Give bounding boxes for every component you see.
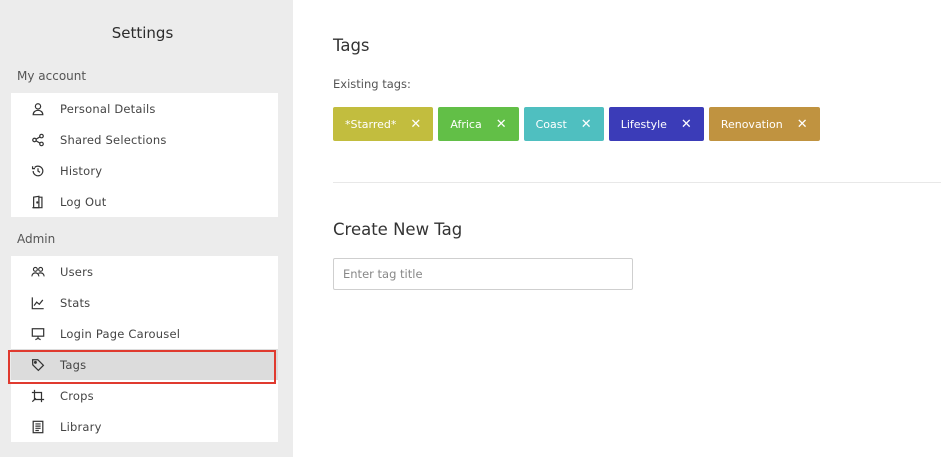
page-title: Tags: [333, 36, 370, 55]
sidebar: Settings My account Personal Details Sha…: [0, 0, 293, 457]
sidebar-item-label: Shared Selections: [60, 132, 167, 147]
sidebar-item-label: Login Page Carousel: [60, 326, 181, 341]
tag-chip-starred: *Starred* ✕: [333, 107, 434, 141]
sidebar-item-library[interactable]: Library: [11, 411, 278, 442]
sidebar-item-personal-details[interactable]: Personal Details: [11, 93, 278, 124]
main-content: Tags Existing tags: *Starred* ✕ Africa ✕…: [293, 0, 941, 457]
tag-chip-renovation: Renovation ✕: [708, 107, 820, 141]
sidebar-item-users[interactable]: Users: [11, 256, 278, 287]
sidebar-item-history[interactable]: History: [11, 155, 278, 186]
tag-title-input[interactable]: [333, 258, 633, 290]
sidebar-item-label: History: [60, 163, 103, 178]
tag-label: Coast: [535, 117, 567, 131]
section-label-my-account: My account: [17, 69, 87, 83]
presentation-icon: [30, 326, 46, 342]
users-icon: [30, 264, 46, 280]
sidebar-item-shared-selections[interactable]: Shared Selections: [11, 124, 278, 155]
sidebar-item-crops[interactable]: Crops: [11, 380, 278, 411]
sidebar-item-label: Log Out: [60, 194, 107, 209]
share-icon: [30, 132, 46, 148]
tag-label: Renovation: [720, 117, 783, 131]
tag-chip-africa: Africa ✕: [438, 107, 519, 141]
remove-tag-icon[interactable]: ✕: [410, 118, 421, 131]
remove-tag-icon[interactable]: ✕: [681, 118, 692, 131]
logout-door-icon: [30, 194, 46, 210]
tag-label: Lifestyle: [620, 117, 667, 131]
sidebar-item-tags[interactable]: Tags: [8, 349, 278, 384]
sidebar-item-label: Users: [60, 264, 94, 279]
sidebar-item-login-page-carousel[interactable]: Login Page Carousel: [11, 318, 278, 349]
history-icon: [30, 163, 46, 179]
tag-label: *Starred*: [345, 117, 397, 131]
tag-chip-coast: Coast ✕: [523, 107, 604, 141]
tag-label: Africa: [450, 117, 482, 131]
crop-icon: [30, 388, 46, 404]
sidebar-item-label: Crops: [60, 388, 94, 403]
section-divider: [333, 182, 941, 183]
remove-tag-icon[interactable]: ✕: [581, 118, 592, 131]
sidebar-item-log-out[interactable]: Log Out: [11, 186, 278, 217]
sidebar-item-label: Personal Details: [60, 101, 156, 116]
create-tag-title: Create New Tag: [333, 220, 463, 239]
person-icon: [30, 101, 46, 117]
tag-icon: [30, 357, 46, 373]
library-icon: [30, 419, 46, 435]
sidebar-item-label: Tags: [60, 357, 87, 372]
stats-chart-icon: [30, 295, 46, 311]
sidebar-item-label: Stats: [60, 295, 91, 310]
menu-group-admin: Users Stats Login Page Carousel Tags Cro…: [8, 256, 278, 442]
tag-chip-lifestyle: Lifestyle ✕: [608, 107, 704, 141]
sidebar-item-label: Library: [60, 419, 102, 434]
remove-tag-icon[interactable]: ✕: [496, 118, 507, 131]
existing-tags-label: Existing tags:: [333, 77, 411, 91]
sidebar-title: Settings: [111, 24, 174, 42]
tag-list: *Starred* ✕ Africa ✕ Coast ✕ Lifestyle ✕…: [333, 107, 820, 141]
remove-tag-icon[interactable]: ✕: [797, 118, 808, 131]
sidebar-item-stats[interactable]: Stats: [11, 287, 278, 318]
section-label-admin: Admin: [17, 232, 56, 246]
menu-group-my-account: Personal Details Shared Selections Histo…: [11, 93, 278, 217]
